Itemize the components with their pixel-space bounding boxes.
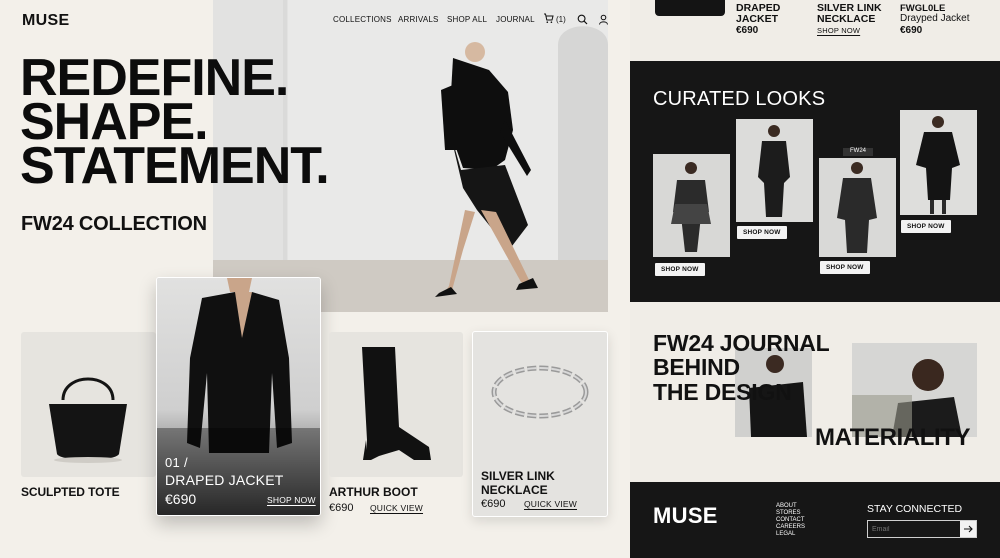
- right-page: DRAPED JACKET €690 SILVER LINK NECKLACE …: [630, 0, 1000, 558]
- cart-button[interactable]: (1): [543, 13, 575, 27]
- footer-link-about[interactable]: ABOUT: [776, 503, 836, 510]
- main-nav: COLLECTIONS ARRIVALS SHOP ALL JOURNAL (1…: [333, 13, 613, 27]
- email-submit-button[interactable]: [960, 521, 976, 537]
- top-item-2-line2: NECKLACE: [817, 13, 876, 25]
- footer-link-careers[interactable]: CAREERS: [776, 524, 836, 531]
- top-item-1-price: €690: [736, 25, 759, 36]
- boot-quick-view[interactable]: QUICK VIEW: [370, 503, 423, 513]
- hero-heading: REDEFINE. SHAPE. STATEMENT.: [20, 52, 440, 195]
- product-card-tote[interactable]: [21, 332, 156, 477]
- look-3-image: [837, 162, 877, 253]
- search-icon[interactable]: [577, 14, 588, 25]
- nav-collections[interactable]: COLLECTIONS: [333, 15, 392, 24]
- brand-logo[interactable]: MUSE: [22, 12, 69, 30]
- jacket-name: DRAPED JACKET: [165, 472, 284, 488]
- top-item-1-line2: JACKET: [736, 13, 779, 25]
- arrow-right-icon: [963, 524, 973, 534]
- boot-image: [362, 347, 431, 460]
- footer-link-stores[interactable]: STORES: [776, 510, 836, 517]
- look-3-badge: FW24: [843, 148, 873, 156]
- product-card-boot[interactable]: [329, 332, 463, 477]
- top-item-1[interactable]: [655, 0, 725, 16]
- tote-name[interactable]: SCULPTED TOTE: [21, 485, 120, 499]
- journal-section: FW24 JOURNAL BEHIND THE DESIGN MATERIALI…: [630, 302, 1000, 482]
- jacket-index: 01 /: [165, 455, 188, 470]
- necklace-name-line1: SILVER LINK: [481, 469, 555, 483]
- look-2-shop-now[interactable]: SHOP NOW: [737, 226, 787, 239]
- product-card-jacket[interactable]: 01 / DRAPED JACKET €690 SHOP NOW: [156, 277, 321, 516]
- nav-arrivals[interactable]: ARRIVALS: [398, 15, 439, 24]
- necklace-name-line2: NECKLACE: [481, 483, 548, 497]
- top-item-3-line2: Drayped Jacket: [900, 13, 970, 24]
- tote-image: [49, 377, 127, 463]
- look-card-3[interactable]: FW24 SHOP NOW: [819, 148, 896, 274]
- look-4-image: [916, 116, 960, 214]
- journal-title-3: THE DESIGN: [653, 379, 792, 405]
- look-3-shop-now[interactable]: SHOP NOW: [820, 261, 870, 274]
- boot-price: €690: [329, 502, 354, 514]
- top-item-2-shop-now[interactable]: SHOP NOW: [817, 26, 860, 35]
- footer-link-contact[interactable]: CONTACT: [776, 517, 836, 524]
- journal-2-image: [852, 359, 962, 437]
- account-icon[interactable]: [598, 14, 609, 25]
- hero-line-3: STATEMENT.: [20, 137, 330, 195]
- left-page: MUSE COLLECTIONS ARRIVALS SHOP ALL JOURN…: [0, 0, 630, 558]
- journal-title-2: BEHIND: [653, 354, 740, 380]
- look-card-2[interactable]: SHOP NOW: [736, 119, 813, 239]
- nav-journal[interactable]: JOURNAL: [496, 15, 535, 24]
- footer-link-legal[interactable]: LEGAL: [776, 531, 836, 538]
- curated-title: CURATED LOOKS: [653, 88, 826, 110]
- footer-links: ABOUT STORES CONTACT CAREERS LEGAL: [776, 503, 836, 543]
- look-2-image: [758, 125, 790, 217]
- journal-image-2[interactable]: [852, 343, 977, 437]
- look-1-image: [671, 162, 711, 252]
- necklace-price: €690: [481, 498, 506, 510]
- journal-overlay: MATERIALITY: [815, 424, 971, 451]
- cart-icon: [543, 13, 554, 24]
- necklace-image: [491, 365, 589, 419]
- email-field[interactable]: [867, 520, 977, 538]
- cart-count: (1): [556, 15, 566, 24]
- collection-label: FW24 COLLECTION: [21, 213, 207, 235]
- curated-looks-section: CURATED LOOKS SHOP NOW SHOP NOW FW24 SHO…: [630, 61, 1000, 302]
- jacket-shop-now[interactable]: SHOP NOW: [267, 495, 316, 505]
- look-card-1[interactable]: SHOP NOW: [653, 154, 730, 276]
- nav-shop-all[interactable]: SHOP ALL: [447, 15, 487, 24]
- footer-brand[interactable]: MUSE: [653, 503, 718, 529]
- top-item-3-price: €690: [900, 25, 923, 36]
- footer: MUSE ABOUT STORES CONTACT CAREERS LEGAL …: [630, 482, 1000, 558]
- boot-name[interactable]: ARTHUR BOOT: [329, 485, 418, 499]
- page: MUSE COLLECTIONS ARRIVALS SHOP ALL JOURN…: [0, 0, 1000, 558]
- product-card-necklace[interactable]: SILVER LINK NECKLACE €690 QUICK VIEW: [472, 331, 608, 517]
- necklace-quick-view[interactable]: QUICK VIEW: [524, 499, 577, 509]
- look-card-4[interactable]: SHOP NOW: [900, 110, 977, 233]
- stay-connected: STAY CONNECTED: [867, 503, 963, 515]
- look-1-shop-now[interactable]: SHOP NOW: [655, 263, 705, 276]
- jacket-price: €690: [165, 491, 197, 507]
- journal-title-1: FW24 JOURNAL: [653, 330, 830, 356]
- email-input[interactable]: [872, 523, 954, 535]
- look-4-shop-now[interactable]: SHOP NOW: [901, 220, 951, 233]
